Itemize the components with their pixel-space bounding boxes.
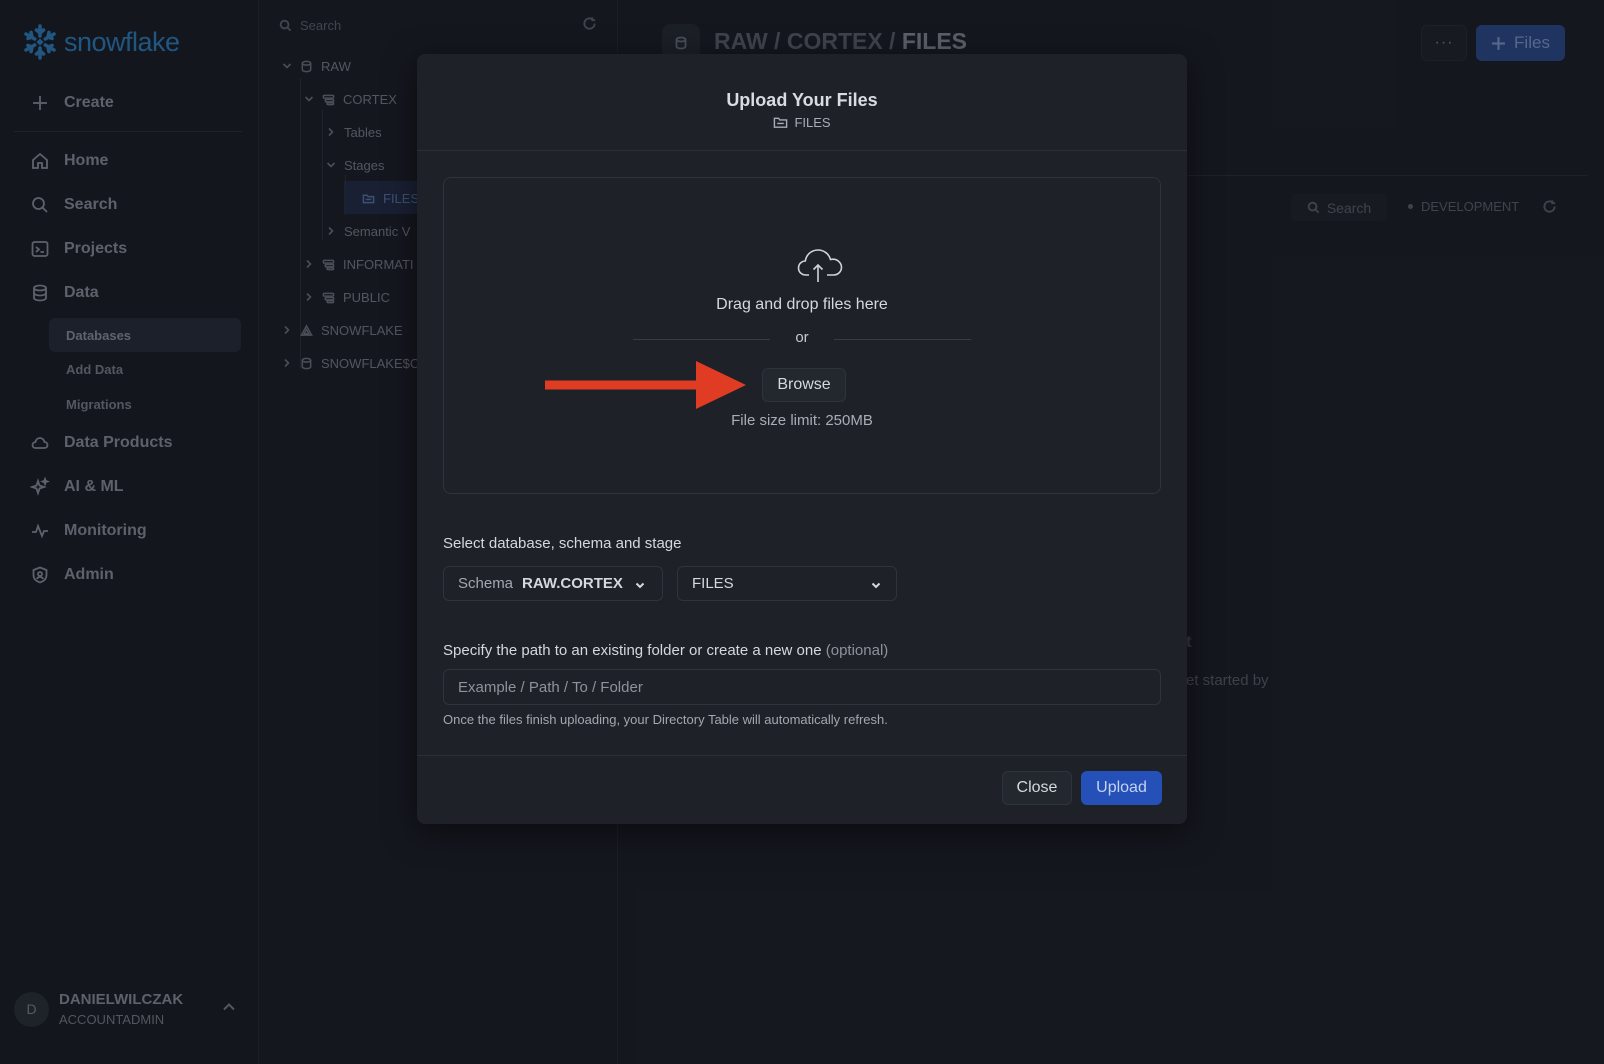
dialog-stage-name: FILES (794, 115, 831, 130)
select-stage-label: Select database, schema and stage (443, 535, 682, 552)
dialog-title: Upload Your Files (726, 90, 878, 110)
stage-select[interactable]: FILES (677, 566, 897, 601)
file-dropzone[interactable]: Drag and drop files here or Browse File … (443, 177, 1161, 494)
cloud-upload-icon (797, 249, 843, 282)
path-label: Specify the path to an existing folder o… (443, 642, 888, 659)
or-separator: or (795, 329, 809, 346)
upload-button[interactable]: Upload (1081, 771, 1162, 805)
folder-path-input[interactable] (443, 669, 1161, 705)
dialog-header-divider (417, 150, 1187, 151)
stage-select-value: FILES (692, 575, 734, 592)
dropzone-text: Drag and drop files here (716, 296, 888, 313)
file-size-limit: File size limit: 250MB (731, 412, 873, 429)
schema-select-value: RAW.CORTEX (522, 575, 623, 592)
dialog-footer-divider (417, 755, 1187, 756)
stage-folder-icon (774, 117, 788, 128)
dialog-stage-subtitle: FILES (417, 115, 1187, 130)
schema-select[interactable]: Schema RAW.CORTEX (443, 566, 663, 601)
annotation-arrow (545, 361, 746, 409)
path-optional-tag: (optional) (825, 642, 889, 659)
upload-files-dialog: Upload Your Files FILES Drag and drop fi… (417, 54, 1187, 824)
upload-hint-text: Once the files finish uploading, your Di… (443, 712, 888, 727)
path-label-text: Specify the path to an existing folder o… (443, 642, 822, 659)
close-button[interactable]: Close (1002, 771, 1072, 805)
schema-select-prefix: Schema (458, 575, 514, 592)
chevron-down-icon (871, 582, 881, 589)
chevron-down-icon (635, 582, 645, 589)
browse-button[interactable]: Browse (762, 368, 846, 402)
